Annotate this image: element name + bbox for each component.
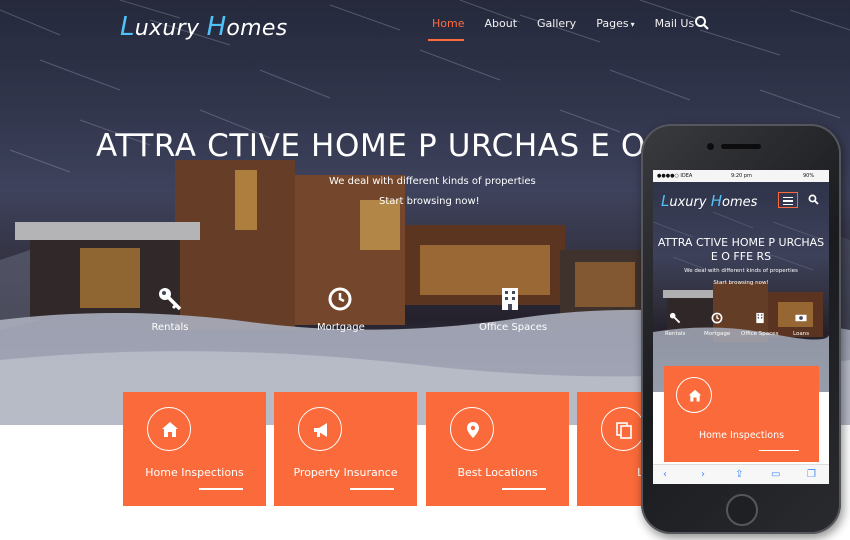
feature-label: Mortgage [317, 322, 365, 333]
feature-label: Mortgage [704, 331, 731, 337]
feature-label: Office Spaces [479, 322, 548, 333]
service-card-best-locations[interactable]: Best Locations [426, 392, 569, 506]
phone-service-card-home-inspections[interactable]: Home Inspections [664, 366, 819, 462]
feature-label: Rentals [665, 331, 686, 337]
clock-icon [711, 312, 723, 324]
forward-icon[interactable]: › [701, 469, 705, 480]
map-pin-icon [467, 422, 479, 438]
card-divider [199, 488, 243, 490]
status-time: 9:20 pm [731, 173, 752, 179]
feature-office-spaces[interactable]: Office Spaces [479, 286, 548, 333]
phone-speaker [721, 144, 761, 149]
main-nav: Home About Gallery Pages ▾ Mail Us [428, 17, 714, 41]
card-title: Property Insurance [293, 466, 398, 479]
page: Luxury Homes Home About Gallery Pages ▾ M… [0, 0, 850, 540]
feature-mortgage[interactable]: Mortgage [317, 286, 365, 333]
phone-feature-rentals[interactable]: Rentals [665, 312, 685, 337]
nav-item-mail-us[interactable]: Mail Us [655, 17, 695, 30]
phone-hero: Luxury Homes ATTRA CTIVE HOME P URCHAS E… [653, 182, 829, 392]
phone-camera [707, 143, 714, 150]
logo-text: omes [226, 16, 288, 41]
search-icon[interactable] [694, 15, 710, 31]
nav-label: Home [432, 17, 465, 30]
card-divider [759, 450, 799, 452]
logo-text: uxury [669, 195, 711, 210]
phone-headline: ATTRA CTIVE HOME P URCHAS E O FFE RS [657, 236, 825, 263]
money-icon [795, 314, 807, 322]
feature-label: Rentals [151, 322, 189, 333]
building-icon [502, 288, 518, 310]
logo-text: uxury [134, 16, 207, 41]
card-icon-circle [676, 377, 712, 413]
phone-home-button [726, 494, 758, 526]
service-card-home-inspections[interactable]: Home Inspections [123, 392, 266, 506]
nav-item-pages[interactable]: Pages ▾ [596, 17, 634, 30]
share-icon[interactable]: ⇪ [735, 469, 743, 480]
card-icon-circle [601, 407, 645, 451]
phone-feature-mortgage[interactable]: Mortgage [704, 312, 730, 337]
feature-rentals[interactable]: Rentals [151, 286, 189, 333]
service-card-property-insurance[interactable]: Property Insurance [274, 392, 417, 506]
card-divider [350, 488, 394, 490]
status-battery: 90% [803, 173, 815, 179]
phone-status-bar: ●●●●○ IDEA 9:20 pm 90% [653, 170, 829, 182]
phone-mockup: ●●●●○ IDEA 9:20 pm 90% Luxury Homes ATTR… [641, 124, 841, 534]
nav-item-home[interactable]: Home [428, 17, 465, 41]
safari-toolbar: ‹ › ⇪ ▭ ❐ [653, 464, 829, 484]
phone-logo[interactable]: Luxury Homes [661, 192, 757, 210]
nav-label: Pages [596, 17, 629, 30]
status-carrier: ●●●●○ IDEA [657, 173, 693, 179]
phone-screen: ●●●●○ IDEA 9:20 pm 90% Luxury Homes ATTR… [653, 170, 829, 484]
feature-label: Loans [793, 331, 810, 337]
phone-feature-loans[interactable]: Loans [793, 312, 809, 337]
phone-hero-overlay [653, 182, 829, 392]
card-icon-circle [298, 407, 342, 451]
copy-icon [616, 422, 632, 439]
phone-subline-cta: Start browsing now! [713, 280, 769, 286]
phone-feature-office-spaces[interactable]: Office Spaces [741, 312, 778, 337]
logo-letter: H [710, 192, 722, 210]
home-icon [162, 422, 178, 437]
card-title: Home Inspections [698, 430, 785, 441]
caret-down-icon: ▾ [630, 20, 635, 29]
clock-icon [328, 287, 352, 311]
bookmarks-icon[interactable]: ▭ [771, 469, 780, 480]
key-icon [159, 288, 182, 311]
card-title: Best Locations [457, 466, 538, 479]
logo-letter: L [120, 12, 135, 42]
logo-letter: H [206, 12, 227, 42]
hamburger-menu-icon[interactable] [778, 192, 798, 208]
card-title: Home Inspections [145, 466, 244, 479]
site-logo[interactable]: Luxury Homes [120, 12, 288, 42]
phone-subline: We deal with different kinds of properti… [684, 268, 798, 274]
nav-active-underline [428, 39, 464, 41]
hero-subline: We deal with different kinds of properti… [329, 176, 536, 187]
card-icon-circle [450, 407, 494, 451]
logo-text: omes [721, 195, 758, 210]
key-icon [670, 312, 681, 324]
card-icon-circle [147, 407, 191, 451]
hero-headline: ATTRA CTIVE HOME P URCHAS E O [96, 128, 646, 164]
back-icon[interactable]: ‹ [663, 469, 667, 480]
search-icon[interactable] [808, 194, 819, 205]
nav-item-about[interactable]: About [484, 17, 517, 30]
hero-subline-cta: Start browsing now! [379, 196, 480, 207]
building-icon [756, 312, 764, 324]
megaphone-icon [314, 423, 327, 437]
nav-item-gallery[interactable]: Gallery [537, 17, 576, 30]
tabs-icon[interactable]: ❐ [807, 469, 816, 480]
card-divider [502, 488, 546, 490]
feature-label: Office Spaces [741, 331, 779, 337]
home-icon [688, 389, 702, 402]
